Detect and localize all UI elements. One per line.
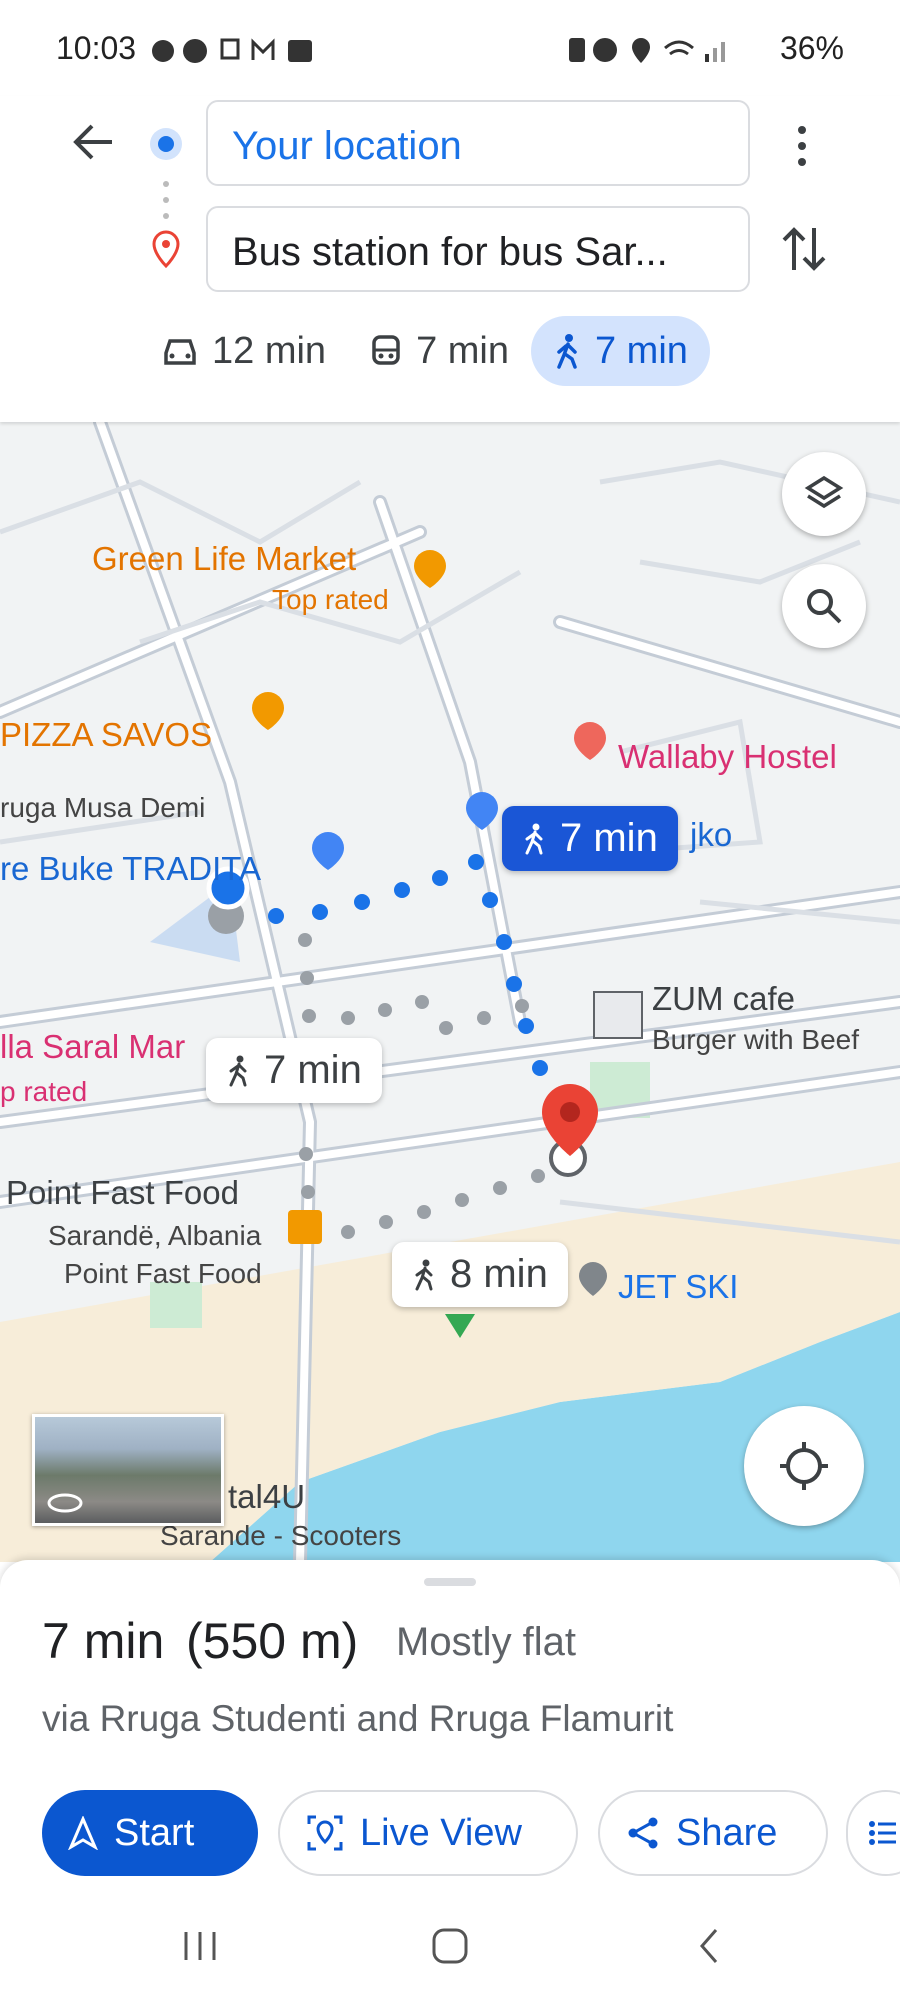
search-map-button[interactable] (782, 564, 866, 648)
layers-icon (804, 475, 844, 509)
swap-icon[interactable] (782, 224, 826, 274)
poi-point-fast-food-label: Point Fast Food (64, 1258, 262, 1289)
search-icon (807, 589, 842, 624)
poi-pizza-savos[interactable]: PIZZA SAVOS (0, 716, 212, 754)
steps-button[interactable] (846, 1790, 900, 1876)
status-time: 10:03 (56, 30, 137, 66)
home-icon[interactable] (430, 1926, 470, 1966)
mode-walking[interactable]: 7 min (530, 316, 710, 386)
destination-field[interactable]: Bus station for bus Sar... (206, 206, 750, 292)
origin-dot-icon (150, 128, 182, 160)
system-nav-bar (0, 1900, 900, 2000)
more-options-icon[interactable] (792, 124, 812, 168)
poi-green-life-market[interactable]: Green Life Market (92, 540, 356, 578)
navigation-arrow-icon (68, 1816, 98, 1850)
mode-transit-time: 7 min (416, 329, 509, 372)
battery-level: 36% (779, 30, 844, 66)
sheet-drag-handle[interactable] (424, 1578, 476, 1586)
poi-wallaby-hostel[interactable]: Wallaby Hostel (618, 738, 837, 776)
origin-field[interactable]: Your location (206, 100, 750, 186)
layers-button[interactable] (782, 452, 866, 536)
share-icon (628, 1817, 658, 1849)
poi-green-life-rating: Top rated (272, 584, 389, 615)
route-selected-callout[interactable]: 7 min (502, 806, 678, 871)
route-selected-time: 7 min (560, 816, 658, 860)
poi-sarande-label: Sarandë, Albania (48, 1220, 262, 1251)
poi-jko[interactable]: jko (690, 816, 732, 854)
my-location-button[interactable] (744, 1406, 864, 1526)
poi-zum-cafe-desc: Burger with Beef (652, 1024, 859, 1055)
street-label-musa-demi: ruga Musa Demi (0, 792, 206, 823)
list-icon (869, 1821, 896, 1845)
mode-driving-time: 12 min (212, 329, 327, 372)
walk-icon (415, 1259, 433, 1290)
live-view-icon (307, 1815, 343, 1851)
walk-icon (229, 1055, 247, 1086)
start-button[interactable]: Start (42, 1790, 258, 1876)
route-alt2-time: 8 min (450, 1252, 548, 1296)
start-label: Start (114, 1811, 195, 1854)
walk-icon (525, 823, 543, 854)
route-alt1-callout[interactable]: 7 min (206, 1038, 382, 1103)
back-icon[interactable] (690, 1926, 730, 1966)
travel-modes: 12 min 7 min 7 min (140, 316, 710, 386)
mode-driving[interactable]: 12 min (140, 316, 348, 386)
poi-tradita[interactable]: re Buke TRADITA (0, 850, 261, 888)
summary-terrain: Mostly flat (396, 1620, 577, 1664)
poi-saral[interactable]: lla Saral Mar (0, 1028, 185, 1066)
map-view[interactable]: Green Life Market Top rated PIZZA SAVOS … (0, 422, 900, 1562)
poi-saral-rating: p rated (0, 1076, 88, 1107)
walk-icon (557, 334, 577, 369)
summary-via: via Rruga Studenti and Rruga Flamurit (42, 1698, 674, 1739)
live-view-label: Live View (360, 1811, 522, 1854)
summary-distance: (550 m) (186, 1613, 359, 1669)
directions-header: Your location Bus station for bus Sar...… (0, 96, 900, 422)
poi-jet-ski[interactable]: JET SKI (618, 1268, 738, 1306)
transit-icon (372, 335, 400, 365)
back-arrow-icon[interactable] (72, 120, 116, 164)
mode-transit[interactable]: 7 min (348, 316, 531, 386)
recent-apps-icon[interactable] (180, 1926, 220, 1966)
route-dots-icon (163, 181, 169, 219)
route-alt1-time: 7 min (264, 1048, 362, 1092)
destination-pin-icon (152, 230, 180, 269)
summary-time: 7 min (42, 1613, 165, 1669)
crosshair-icon (780, 1442, 828, 1490)
system-icons (569, 38, 725, 63)
route-alt2-callout[interactable]: 8 min (392, 1242, 568, 1307)
car-icon (164, 339, 196, 365)
poi-point-fast-food[interactable]: Point Fast Food (6, 1174, 239, 1212)
street-view-thumbnail[interactable] (32, 1414, 224, 1526)
live-view-button[interactable]: Live View (278, 1790, 578, 1876)
poi-zum-cafe[interactable]: ZUM cafe (652, 980, 795, 1018)
poi-rental4u[interactable]: tal4U (228, 1478, 305, 1516)
status-bar: 10:03 36% (0, 0, 900, 96)
notification-icons (152, 38, 312, 63)
rotate-view-icon (47, 1493, 83, 1513)
mode-walking-time: 7 min (594, 329, 688, 372)
share-label: Share (676, 1811, 778, 1854)
share-button[interactable]: Share (598, 1790, 828, 1876)
